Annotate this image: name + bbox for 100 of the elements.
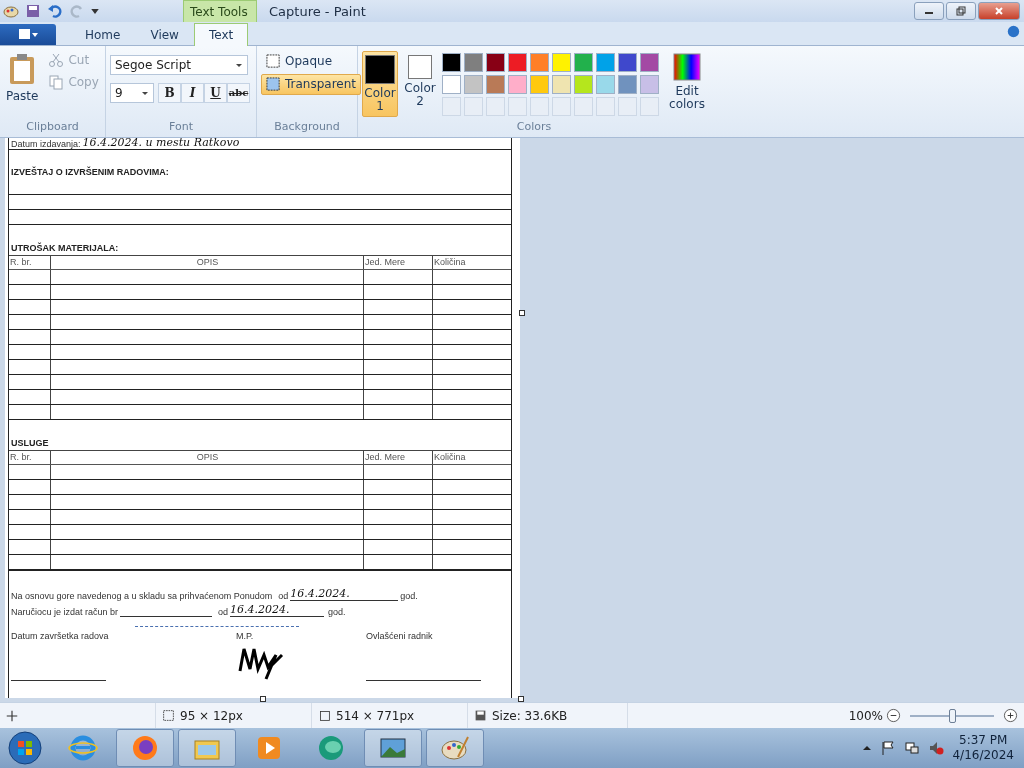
ribbon-tab[interactable]: Text (193, 22, 249, 46)
window-title: Capture - Paint (269, 2, 366, 21)
color-swatch[interactable] (442, 74, 461, 94)
color-swatch[interactable] (618, 52, 637, 72)
color-swatch[interactable] (530, 74, 549, 94)
speaker-muted-icon (928, 740, 945, 757)
selection-icon (162, 709, 175, 723)
image-size-icon (318, 709, 331, 723)
minimize-button[interactable] (914, 2, 944, 20)
bold-button[interactable]: B (158, 82, 181, 103)
empty-color-slot[interactable] (442, 96, 461, 116)
color-slot-button[interactable]: Color 2 (402, 50, 438, 117)
text-frame-icon (266, 53, 281, 69)
column-header: Jed. Mere (364, 450, 433, 464)
color-swatch[interactable] (618, 74, 637, 94)
section-heading: UTROŠAK MATERIJALA: (11, 242, 119, 255)
background-option[interactable]: Opaque (261, 50, 362, 72)
empty-color-slot[interactable] (464, 96, 483, 116)
zoom-out-icon (886, 708, 901, 724)
taskbar-app-button[interactable] (364, 729, 422, 768)
slider-thumb[interactable] (949, 708, 956, 723)
color-swatch[interactable] (574, 52, 593, 72)
zoom-in-icon (1003, 708, 1018, 724)
resize-handle[interactable] (260, 695, 266, 702)
empty-color-slot[interactable] (508, 96, 527, 116)
color-swatch[interactable] (552, 74, 571, 94)
color-swatch[interactable] (574, 74, 593, 94)
paste-button[interactable]: Paste (4, 50, 41, 120)
canvas[interactable] (5, 137, 520, 698)
save-icon (474, 709, 487, 723)
color-swatch[interactable] (508, 52, 527, 72)
color-swatch[interactable] (596, 74, 615, 94)
network-icon (904, 740, 921, 757)
field-label: Datum izdavanja: (11, 138, 81, 149)
redo-icon (69, 3, 85, 19)
windows-logo-icon (8, 731, 42, 766)
empty-color-slot[interactable] (574, 96, 593, 116)
column-header: R. br. (9, 255, 51, 269)
column-header: R. br. (9, 450, 51, 464)
group-label: Background (273, 119, 341, 135)
ribbon-tab[interactable]: Home (70, 22, 136, 46)
close-button[interactable] (978, 2, 1020, 20)
empty-color-slot[interactable] (596, 96, 615, 116)
color-swatch[interactable] (508, 74, 527, 94)
group-label: Colors (515, 119, 553, 135)
color-swatch[interactable] (486, 52, 505, 72)
resize-handle[interactable] (519, 309, 525, 316)
color-slot-button[interactable]: Color 1 (362, 50, 398, 117)
close-icon (994, 6, 1004, 16)
maximize-button[interactable] (946, 2, 976, 20)
underline-button[interactable]: U (204, 82, 227, 103)
edit-colors-button[interactable]: Edit colors (665, 50, 709, 120)
empty-color-slot[interactable] (486, 96, 505, 116)
empty-color-slot[interactable] (618, 96, 637, 116)
clock-time: 5:37 PM (959, 733, 1008, 749)
color-swatch[interactable] (596, 52, 615, 72)
form-text: god. (400, 590, 418, 601)
color-swatch[interactable] (464, 74, 483, 94)
empty-color-slot[interactable] (640, 96, 659, 116)
strike-button[interactable]: abc (227, 82, 250, 103)
image-size: 514 × 771px (336, 708, 415, 723)
taskbar-app-button[interactable] (116, 729, 174, 768)
font-family-dropdown[interactable]: Segoe Script (110, 54, 248, 75)
ribbon-tab[interactable]: View (135, 22, 194, 46)
section-heading: IZVEŠTAJ O IZVRŠENIM RADOVIMA: (11, 166, 169, 179)
form-text: Na osnovu gore navedenog a u skladu sa prihvaćenom Ponudom (11, 590, 273, 601)
app-menu-button[interactable] (0, 23, 56, 45)
taskbar-app-button[interactable] (426, 729, 484, 768)
handwritten-text: 16.4.2024. u mestu Ratkovo (82, 137, 240, 149)
empty-color-slot[interactable] (552, 96, 571, 116)
form-text: Naručiocu je izdat račun br (11, 606, 119, 617)
empty-color-slot[interactable] (530, 96, 549, 116)
color-swatch[interactable] (464, 52, 483, 72)
column-header: Količina (433, 256, 467, 269)
column-header: Jed. Mere (364, 255, 433, 269)
fill-in-line: 16.4.2024. (230, 603, 325, 617)
move-cursor-icon (6, 709, 18, 722)
background-option[interactable]: Transparent (261, 73, 362, 95)
selection-size: 95 × 12px (180, 708, 243, 723)
text-frame-icon (266, 76, 281, 92)
font-size-dropdown[interactable]: 9 (110, 82, 154, 103)
color-swatch[interactable] (442, 52, 461, 72)
color-swatch[interactable] (530, 52, 549, 72)
clock-date: 4/16/2024 (952, 748, 1014, 764)
restore-icon (956, 6, 966, 16)
color-spectrum-icon (673, 52, 701, 81)
italic-button[interactable]: I (181, 82, 204, 103)
taskbar-app-button[interactable] (178, 729, 236, 768)
save-icon (25, 3, 41, 19)
color-swatch[interactable] (640, 52, 659, 72)
section-heading: USLUGE (11, 437, 49, 450)
column-header: OPIS (51, 255, 364, 269)
color-swatch[interactable] (486, 74, 505, 94)
color-swatch[interactable] (640, 74, 659, 94)
color-swatch[interactable] (552, 52, 571, 72)
context-tab-label: Text Tools (183, 0, 257, 22)
scissors-icon (48, 51, 65, 68)
resize-handle[interactable] (518, 695, 524, 702)
column-header: Količina (433, 451, 467, 464)
form-text: od (218, 606, 229, 617)
